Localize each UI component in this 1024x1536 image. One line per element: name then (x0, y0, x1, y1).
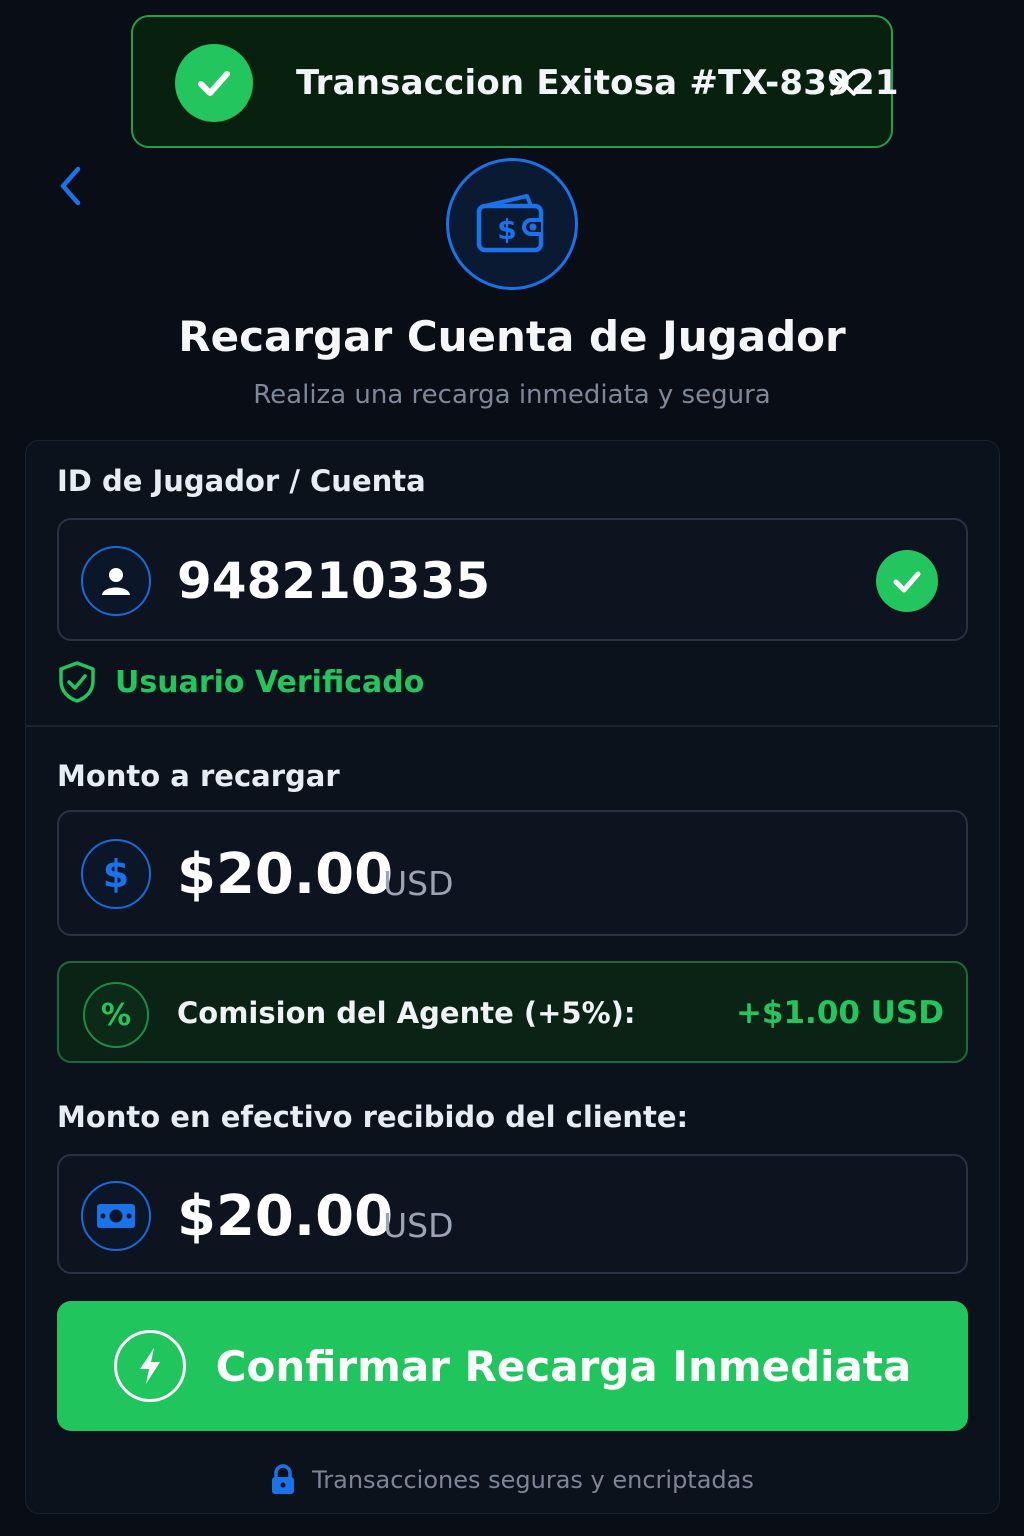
toast-message: Transaccion Exitosa #TX-83921 (296, 63, 899, 103)
amount-value: $20.00 (177, 842, 394, 907)
verified-text: Usuario Verificado (115, 664, 425, 700)
percent-icon: % (83, 982, 149, 1048)
cash-value: $20.00 (177, 1184, 394, 1249)
banknote-icon (81, 1181, 151, 1251)
shield-check-icon (59, 661, 95, 703)
player-id-field[interactable]: 948210335 (57, 518, 968, 641)
success-toast: Transaccion Exitosa #TX-83921 (131, 15, 898, 148)
amount-label: Monto a recargar (57, 759, 340, 793)
cash-received-field[interactable]: $20.00 USD (57, 1154, 968, 1274)
dollar-circle-icon: $ (81, 839, 151, 909)
lightning-icon (113, 1330, 186, 1402)
player-id-value: 948210335 (177, 552, 491, 610)
back-button[interactable] (50, 162, 90, 210)
amount-field[interactable]: $ $20.00 USD (57, 810, 968, 936)
cash-currency: USD (383, 1206, 454, 1245)
close-icon[interactable] (825, 65, 861, 101)
wallet-dollar-icon: $ (446, 158, 578, 290)
player-id-label: ID de Jugador / Cuenta (57, 464, 426, 498)
commission-label: Comision del Agente (+5%): (177, 996, 636, 1030)
chevron-left-icon (60, 166, 81, 206)
page-subtitle: Realiza una recarga inmediata y segura (253, 380, 771, 410)
secure-text: Transacciones seguras y encriptadas (312, 1466, 754, 1494)
confirm-label: Confirmar Recarga Inmediata (215, 1341, 912, 1391)
confirm-recharge-button[interactable]: Confirmar Recarga Inmediata (57, 1301, 968, 1431)
check-circle-icon (876, 550, 938, 612)
check-circle-icon (175, 44, 253, 122)
secure-note: Transacciones seguras y encriptadas (0, 1460, 1024, 1500)
page-title: Recargar Cuenta de Jugador (178, 312, 846, 361)
lock-icon (272, 1464, 295, 1494)
verified-status: Usuario Verificado (57, 660, 424, 704)
section-divider (26, 725, 998, 727)
user-icon (81, 546, 151, 616)
commission-value: +$1.00 USD (735, 995, 944, 1031)
svg-text:$: $ (497, 213, 516, 246)
amount-currency: USD (383, 864, 454, 903)
cash-label: Monto en efectivo recibido del cliente: (57, 1100, 689, 1134)
agent-commission: % Comision del Agente (+5%): +$1.00 USD (57, 961, 968, 1063)
